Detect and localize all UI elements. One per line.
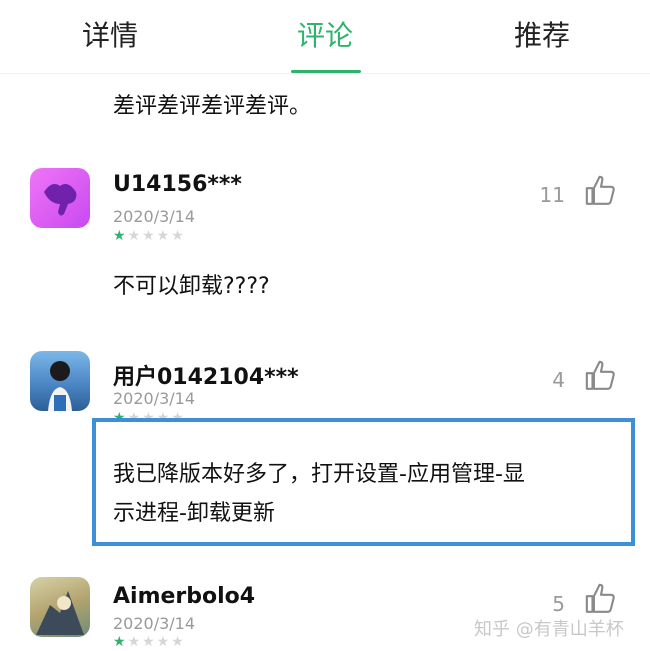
star-filled-icon: ★ <box>113 634 128 650</box>
tab-details[interactable]: 详情 <box>82 14 138 54</box>
comment-date: 2020/3/14 <box>113 614 196 633</box>
active-tab-indicator <box>291 70 361 73</box>
avatar[interactable] <box>30 577 90 637</box>
thumbs-up-icon[interactable] <box>584 359 618 393</box>
comment-text-line-1: 我已降版本好多了，打开设置-应用管理-显 <box>113 462 525 487</box>
thumbs-up-icon[interactable] <box>584 582 618 616</box>
user-photo-icon <box>48 361 72 411</box>
tab-recommend[interactable]: 推荐 <box>514 14 570 54</box>
star-filled-icon: ★ <box>113 228 128 244</box>
review-text: 差评差评差评差评。 <box>113 94 312 119</box>
like-count: 11 <box>539 183 565 207</box>
tab-bar: 详情 评论 推荐 <box>0 0 650 74</box>
tab-comments[interactable]: 评论 <box>297 14 353 54</box>
username[interactable]: Aimerbolo4 <box>113 584 255 609</box>
rating-stars: ★★★★★ <box>113 228 186 244</box>
character-avatar-icon <box>36 591 84 635</box>
watermark: 知乎 @有青山羊杯 <box>474 619 624 640</box>
like-count: 4 <box>552 368 565 392</box>
like-count: 5 <box>552 592 565 616</box>
comment-text-line-2: 示进程-卸载更新 <box>113 501 275 526</box>
elephant-icon <box>44 184 77 216</box>
username[interactable]: U14156*** <box>113 172 242 197</box>
star-empty-icon: ★★★★ <box>127 228 186 244</box>
comment-date: 2020/3/14 <box>113 207 196 226</box>
username[interactable]: 用户0142104*** <box>113 359 299 391</box>
rating-stars: ★★★★★ <box>113 634 186 650</box>
comment-text: 不可以卸载???? <box>113 274 270 299</box>
avatar[interactable] <box>30 351 90 411</box>
star-empty-icon: ★★★★ <box>127 634 186 650</box>
comment-date: 2020/3/14 <box>113 389 196 408</box>
thumbs-up-icon[interactable] <box>584 174 618 208</box>
avatar[interactable] <box>30 168 90 228</box>
